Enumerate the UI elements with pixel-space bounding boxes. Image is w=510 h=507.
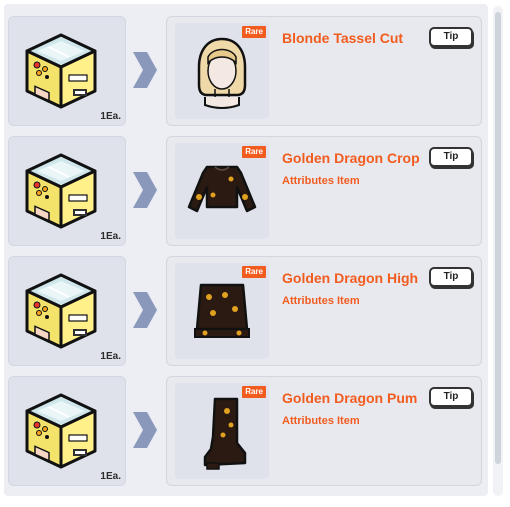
item-subtitle: Attributes Item [282,415,360,427]
item-subtitle: Attributes Item [282,175,360,187]
tip-button[interactable]: Tip [429,387,473,407]
reward-row: 1Ea. Rare Golden Dragon Pum Attributes I… [0,376,490,486]
scrollbar-thumb[interactable] [495,12,501,464]
quantity-label: 1Ea. [100,231,121,242]
blonde-wig-icon [197,37,247,109]
scrollbar[interactable] [493,6,503,496]
gift-box-card[interactable]: 1Ea. [8,16,126,126]
item-name: Golden Dragon Crop [282,150,420,166]
item-thumbnail: Rare [175,143,269,239]
skirt-icon [194,283,250,338]
item-card[interactable]: Rare Blonde Tassel Cut Tip [166,16,482,126]
item-thumbnail: Rare [175,23,269,119]
item-name: Golden Dragon Pum [282,390,418,406]
gift-box-icon [25,153,97,229]
arrow-right-icon [133,292,157,328]
item-name: Blonde Tassel Cut [282,30,404,46]
tip-button[interactable]: Tip [429,147,473,167]
item-subtitle: Attributes Item [282,295,360,307]
tip-button[interactable]: Tip [429,27,473,47]
arrow-right-icon [133,52,157,88]
item-card[interactable]: Rare Golden Dragon High Attributes Item … [166,256,482,366]
gift-box-card[interactable]: 1Ea. [8,376,126,486]
quantity-label: 1Ea. [100,111,121,122]
gift-box-card[interactable]: 1Ea. [8,256,126,366]
quantity-label: 1Ea. [100,471,121,482]
item-thumbnail: Rare [175,383,269,479]
reward-row: 1Ea. Rare Blonde Tassel Cut Tip [0,16,490,126]
reward-row: 1Ea. Rare Golden Dragon Crop Attributes … [0,136,490,246]
quantity-label: 1Ea. [100,351,121,362]
crop-top-icon [187,165,257,213]
boot-icon [203,397,247,470]
tip-button[interactable]: Tip [429,267,473,287]
reward-row: 1Ea. Rare Golden Dragon High Attributes … [0,256,490,366]
item-card[interactable]: Rare Golden Dragon Pum Attributes Item T… [166,376,482,486]
item-card[interactable]: Rare Golden Dragon Crop Attributes Item … [166,136,482,246]
gift-box-icon [25,393,97,469]
gift-box-card[interactable]: 1Ea. [8,136,126,246]
gift-box-icon [25,33,97,109]
item-name: Golden Dragon High [282,270,419,286]
arrow-right-icon [133,172,157,208]
gift-box-icon [25,273,97,349]
item-thumbnail: Rare [175,263,269,359]
arrow-right-icon [133,412,157,448]
